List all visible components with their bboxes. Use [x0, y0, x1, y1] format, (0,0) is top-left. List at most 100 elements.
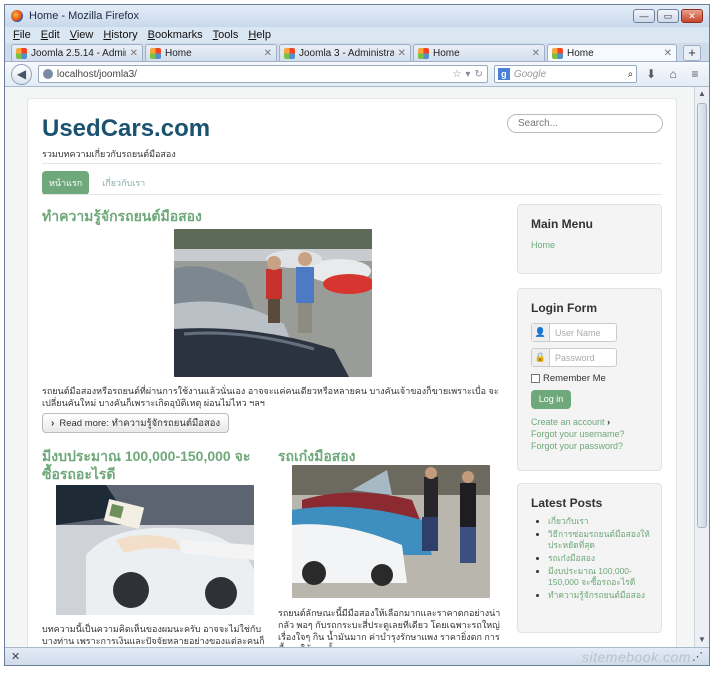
- search-placeholder[interactable]: Google: [514, 69, 624, 80]
- site-description: รวมบทความเกี่ยวกับรถยนต์มือสอง: [42, 149, 176, 159]
- tab-label: Home: [165, 47, 192, 59]
- tab-home-1[interactable]: Home ✕: [145, 44, 277, 61]
- create-account-link[interactable]: Create an account ›: [531, 417, 661, 427]
- close-tab-icon[interactable]: ✕: [398, 48, 406, 59]
- menu-file[interactable]: File: [13, 29, 31, 41]
- magnifier-icon[interactable]: ⌕: [628, 69, 634, 80]
- latest-posts-list: เกี่ยวกับเรา วิธีการซ่อมรถยนต์มือสองให้ป…: [548, 516, 661, 601]
- module-title: Login Form: [531, 301, 597, 315]
- read-more-button[interactable]: › Read more: ทำความรู้จักรถยนต์มือสอง: [42, 413, 230, 433]
- site-search-input[interactable]: [507, 114, 663, 133]
- article-intro: บทความนี้เป็นความคิดเห็นของผมนะครับ อาจจ…: [42, 624, 265, 646]
- login-button[interactable]: Log in: [531, 390, 571, 409]
- tab-home-active[interactable]: Home ✕: [547, 44, 677, 61]
- main-nav: หน้าแรก เกี่ยวกับเรา: [42, 171, 152, 195]
- username-field[interactable]: 👤 User Name: [531, 323, 617, 342]
- tab-bar: Joomla 2.5.14 - Administrati... ✕ Home ✕…: [5, 43, 709, 62]
- article-intro: รถยนต์มือสองหรือรถยนต์ที่ผ่านการใช้งานแล…: [42, 386, 499, 408]
- scrollbar-thumb[interactable]: [697, 103, 707, 528]
- joomla-icon: [552, 47, 563, 59]
- maximize-button[interactable]: ▭: [657, 9, 679, 23]
- tab-joomla-admin-3[interactable]: Joomla 3 - Administration - ... ✕: [279, 44, 411, 61]
- site-container: UsedCars.com รวมบทความเกี่ยวกับรถยนต์มือ…: [27, 98, 677, 647]
- menu-history[interactable]: History: [103, 29, 137, 41]
- latest-posts-module: Latest Posts เกี่ยวกับเรา วิธีการซ่อมรถย…: [517, 483, 662, 633]
- nav-home[interactable]: หน้าแรก: [42, 171, 90, 195]
- firefox-icon: [11, 10, 23, 22]
- menu-icon[interactable]: ≡: [687, 67, 703, 81]
- vertical-scrollbar[interactable]: ▲ ▼: [694, 87, 709, 647]
- forgot-password-link[interactable]: Forgot your password?: [531, 441, 661, 451]
- scroll-up-arrow-icon[interactable]: ▲: [695, 87, 709, 101]
- scroll-down-arrow-icon[interactable]: ▼: [695, 633, 709, 647]
- latest-post-item[interactable]: มีงบประมาณ 100,000-150,000 จะซื้อรถอะไรด…: [548, 566, 661, 588]
- nav-about[interactable]: เกี่ยวกับเรา: [95, 171, 152, 195]
- close-tab-icon[interactable]: ✕: [532, 48, 540, 59]
- joomla-icon: [284, 47, 295, 59]
- module-title: Latest Posts: [531, 496, 603, 510]
- site-title[interactable]: UsedCars.com: [42, 115, 210, 143]
- joomla-icon: [418, 47, 429, 59]
- read-more-label: Read more: ทำความรู้จักรถยนต์มือสอง: [59, 417, 221, 429]
- downloads-icon[interactable]: ⬇: [643, 67, 659, 81]
- title-bar: Home - Mozilla Firefox — ▭ ✕: [5, 5, 709, 27]
- chevron-right-icon: ›: [51, 417, 55, 429]
- menu-edit[interactable]: Edit: [41, 29, 60, 41]
- article-image-money-exchange: [56, 485, 254, 615]
- tab-label: Joomla 2.5.14 - Administrati...: [31, 47, 126, 59]
- url-bar[interactable]: localhost/joomla3/ ☆ ▾ ↻: [37, 65, 488, 83]
- menu-link-home[interactable]: Home: [531, 240, 661, 250]
- password-field[interactable]: 🔒 Password: [531, 348, 617, 367]
- close-tab-icon[interactable]: ✕: [664, 48, 672, 59]
- username-placeholder[interactable]: User Name: [550, 324, 606, 341]
- close-tab-icon[interactable]: ✕: [264, 48, 272, 59]
- forgot-username-link[interactable]: Forgot your username?: [531, 429, 661, 439]
- close-window-button[interactable]: ✕: [681, 9, 703, 23]
- joomla-icon: [150, 47, 161, 59]
- tab-home-2[interactable]: Home ✕: [413, 44, 545, 61]
- article-image-parking-lot: [174, 229, 372, 377]
- new-tab-button[interactable]: +: [683, 45, 701, 61]
- article-title[interactable]: ทำความรู้จักรถยนต์มือสอง: [42, 207, 202, 225]
- watermark: sitemebook.com: [582, 649, 691, 665]
- bookmark-star-icon[interactable]: ☆: [452, 69, 461, 80]
- minimize-button[interactable]: —: [633, 9, 655, 23]
- resize-grip-icon[interactable]: ⋰: [692, 650, 703, 663]
- tab-label: Joomla 3 - Administration - ...: [299, 47, 394, 59]
- navigation-bar: ◀ localhost/joomla3/ ☆ ▾ ↻ g Google ⌕ ⬇ …: [5, 62, 709, 87]
- user-icon: 👤: [532, 324, 550, 341]
- latest-post-item[interactable]: รถเก๋งมือสอง: [548, 553, 661, 564]
- latest-post-item[interactable]: เกี่ยวกับเรา: [548, 516, 661, 527]
- module-title: Main Menu: [531, 217, 593, 231]
- main-menu-module: Main Menu Home: [517, 204, 662, 274]
- create-account-label[interactable]: Create an account: [531, 417, 605, 427]
- remember-checkbox[interactable]: [531, 374, 540, 383]
- home-icon[interactable]: ⌂: [665, 67, 681, 81]
- menu-tools[interactable]: Tools: [213, 29, 239, 41]
- site-identity-icon[interactable]: [42, 69, 53, 79]
- tab-joomla-admin-25[interactable]: Joomla 2.5.14 - Administrati... ✕: [11, 44, 143, 61]
- back-button[interactable]: ◀: [11, 63, 32, 85]
- menu-help[interactable]: Help: [248, 29, 271, 41]
- google-icon[interactable]: g: [497, 68, 510, 80]
- url-text[interactable]: localhost/joomla3/: [57, 69, 449, 80]
- divider: [42, 163, 662, 164]
- menu-bookmarks[interactable]: Bookmarks: [148, 29, 203, 41]
- article-title[interactable]: รถเก๋งมือสอง: [278, 447, 356, 465]
- close-tab-icon[interactable]: ✕: [130, 48, 138, 59]
- dropdown-icon[interactable]: ▾: [465, 69, 470, 80]
- menu-bar: File Edit View History Bookmarks Tools H…: [5, 27, 709, 43]
- menu-view[interactable]: View: [70, 29, 94, 41]
- remember-me[interactable]: Remember Me: [531, 373, 661, 384]
- article-image-sedans: [292, 465, 490, 598]
- article-title[interactable]: มีงบประมาณ 100,000-150,000 จะซื้อรถอะไรด…: [42, 447, 262, 483]
- tab-label: Home: [567, 47, 594, 59]
- browser-search-bar[interactable]: g Google ⌕: [493, 65, 638, 83]
- reload-icon[interactable]: ↻: [474, 69, 482, 80]
- latest-post-item[interactable]: วิธีการซ่อมรถยนต์มือสองให้ประหยัดที่สุด: [548, 529, 661, 551]
- close-addon-bar-icon[interactable]: ✕: [11, 650, 25, 663]
- password-placeholder[interactable]: Password: [550, 349, 600, 366]
- remember-label: Remember Me: [543, 373, 606, 384]
- browser-window: Home - Mozilla Firefox — ▭ ✕ File Edit V…: [4, 4, 710, 666]
- latest-post-item[interactable]: ทำความรู้จักรถยนต์มือสอง: [548, 590, 661, 601]
